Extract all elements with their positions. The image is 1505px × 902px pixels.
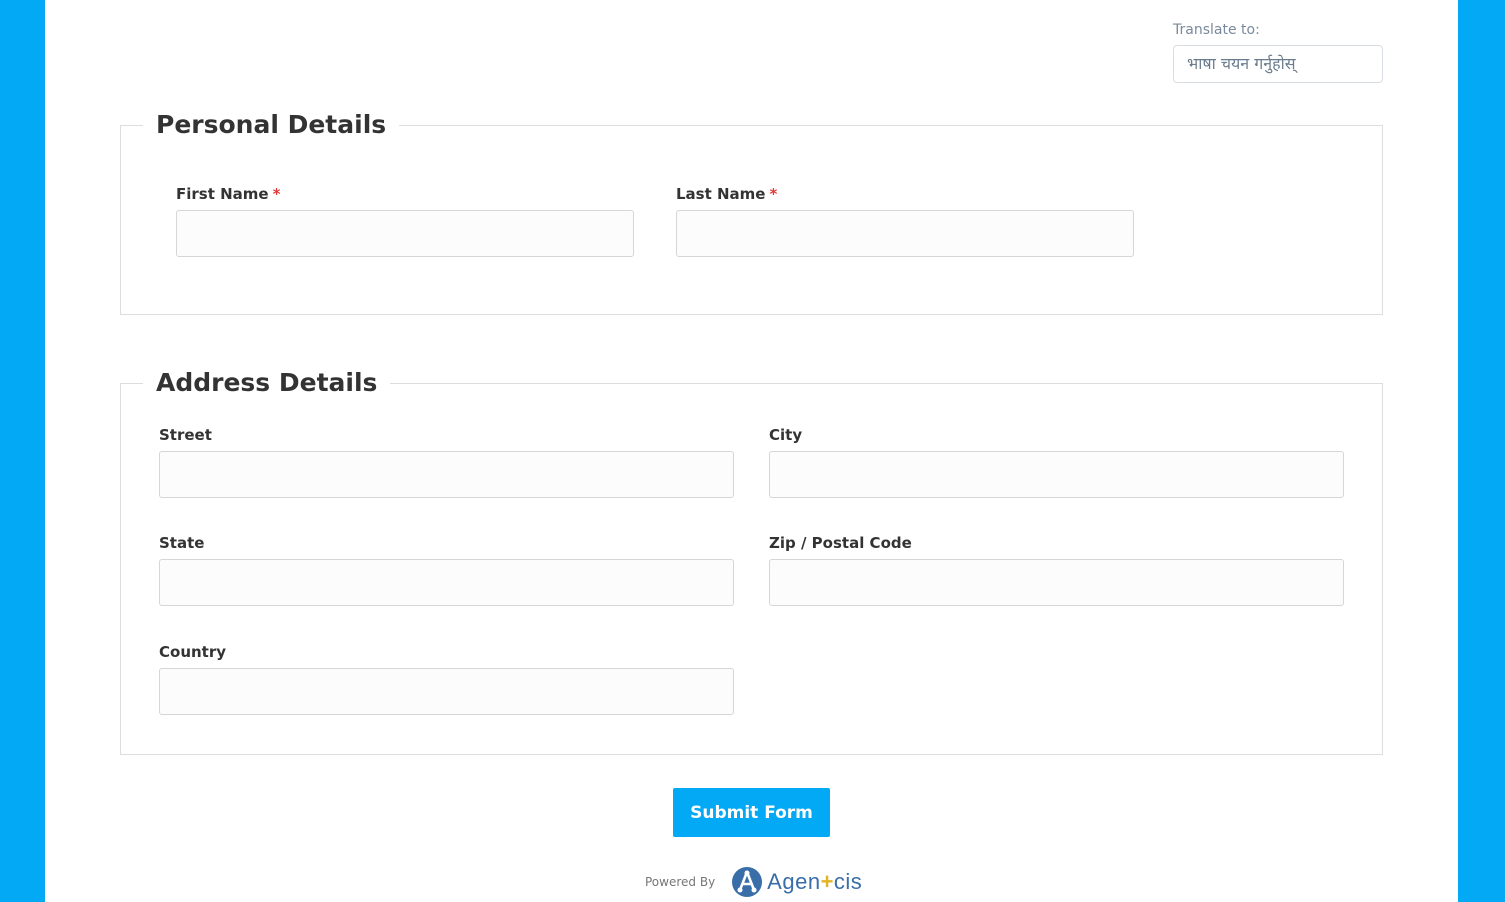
zip-input[interactable] xyxy=(769,559,1344,606)
city-label: City xyxy=(769,426,803,444)
first-name-field: First Name * xyxy=(176,185,634,257)
last-name-field: Last Name * xyxy=(676,185,1134,257)
personal-details-section: Personal Details First Name * Last Name * xyxy=(120,110,1383,315)
personal-details-legend: Personal Details xyxy=(143,110,400,140)
last-name-input[interactable] xyxy=(676,210,1134,257)
state-input[interactable] xyxy=(159,559,734,606)
street-input[interactable] xyxy=(159,451,734,498)
form-page: Translate to: भाषा चयन गर्नुहोस् Persona… xyxy=(45,0,1458,902)
agencis-wordmark: Agen+cis xyxy=(767,869,863,894)
state-field: State xyxy=(159,534,734,606)
city-field: City xyxy=(769,426,1344,498)
address-details-section: Address Details Street City State Zip / … xyxy=(120,368,1383,755)
agencis-logo-icon xyxy=(732,867,763,897)
powered-by-label: Powered By xyxy=(645,875,716,889)
translate-label: Translate to: xyxy=(1173,22,1260,38)
country-input[interactable] xyxy=(159,668,734,715)
street-label: Street xyxy=(159,426,212,444)
first-name-label: First Name * xyxy=(176,185,281,203)
state-label: State xyxy=(159,534,205,552)
agencis-brand-link[interactable]: Agen+cis xyxy=(731,866,862,898)
required-asterisk: * xyxy=(769,185,778,203)
required-asterisk: * xyxy=(272,185,281,203)
zip-field: Zip / Postal Code xyxy=(769,534,1344,606)
city-input[interactable] xyxy=(769,451,1344,498)
translate-widget: Translate to: भाषा चयन गर्नुहोस् xyxy=(1173,22,1383,83)
first-name-input[interactable] xyxy=(176,210,634,257)
language-select[interactable]: भाषा चयन गर्नुहोस् xyxy=(1173,45,1383,83)
country-label: Country xyxy=(159,643,227,661)
submit-form-button[interactable]: Submit Form xyxy=(673,788,830,837)
country-field: Country xyxy=(159,643,734,715)
zip-label: Zip / Postal Code xyxy=(769,534,912,552)
last-name-label: Last Name * xyxy=(676,185,778,203)
powered-by-footer: Powered By Agen+cis xyxy=(645,865,862,899)
address-details-legend: Address Details xyxy=(143,368,391,398)
street-field: Street xyxy=(159,426,734,498)
